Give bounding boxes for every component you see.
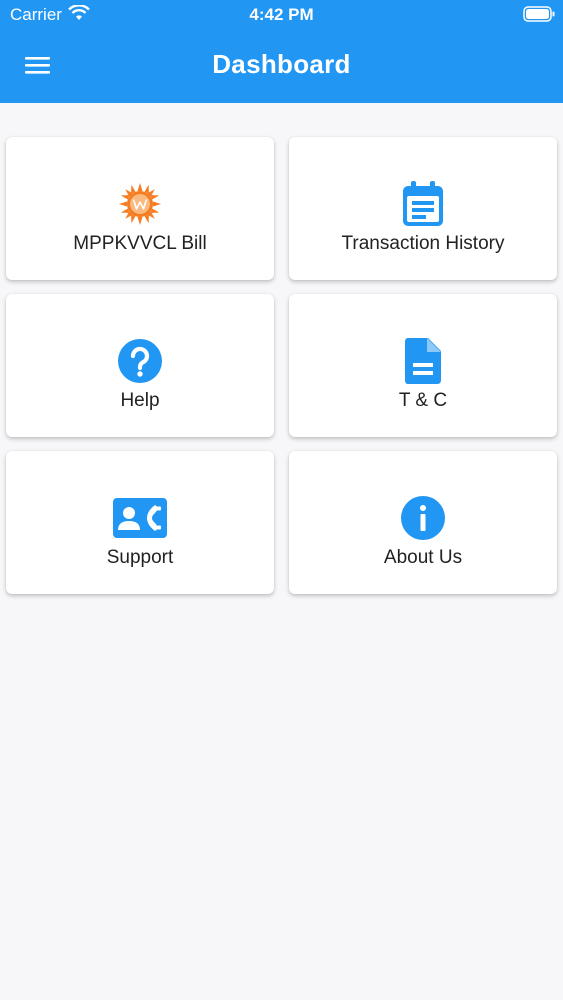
battery-icon bbox=[523, 6, 555, 27]
tile-label: MPPKVVCL Bill bbox=[73, 233, 207, 254]
app-bar: Carrier 4:42 PM Dashboard bbox=[0, 0, 563, 103]
status-time: 4:42 PM bbox=[249, 5, 314, 24]
tile-label: T & C bbox=[398, 390, 448, 411]
calendar-icon bbox=[289, 179, 557, 229]
page-title: Dashboard bbox=[212, 49, 351, 79]
tile-about-us[interactable]: About Us bbox=[289, 451, 557, 594]
contact-phone-icon bbox=[6, 493, 274, 543]
info-circle-icon bbox=[289, 493, 557, 543]
status-bar: Carrier 4:42 PM bbox=[0, 0, 563, 30]
tile-support[interactable]: Support bbox=[6, 451, 274, 594]
tile-help[interactable]: Help bbox=[6, 294, 274, 437]
tile-mppkvvcl-bill[interactable]: MPPKVVCL Bill bbox=[6, 137, 274, 280]
document-icon bbox=[289, 336, 557, 386]
help-circle-icon bbox=[6, 336, 274, 386]
tile-label: Help bbox=[120, 390, 160, 411]
tile-transaction-history[interactable]: Transaction History bbox=[289, 137, 557, 280]
mppkvvcl-logo-icon bbox=[6, 179, 274, 229]
tile-label: About Us bbox=[383, 547, 463, 568]
tile-label: Transaction History bbox=[341, 233, 505, 254]
tile-label: Support bbox=[106, 547, 174, 568]
tile-terms-and-conditions[interactable]: T & C bbox=[289, 294, 557, 437]
